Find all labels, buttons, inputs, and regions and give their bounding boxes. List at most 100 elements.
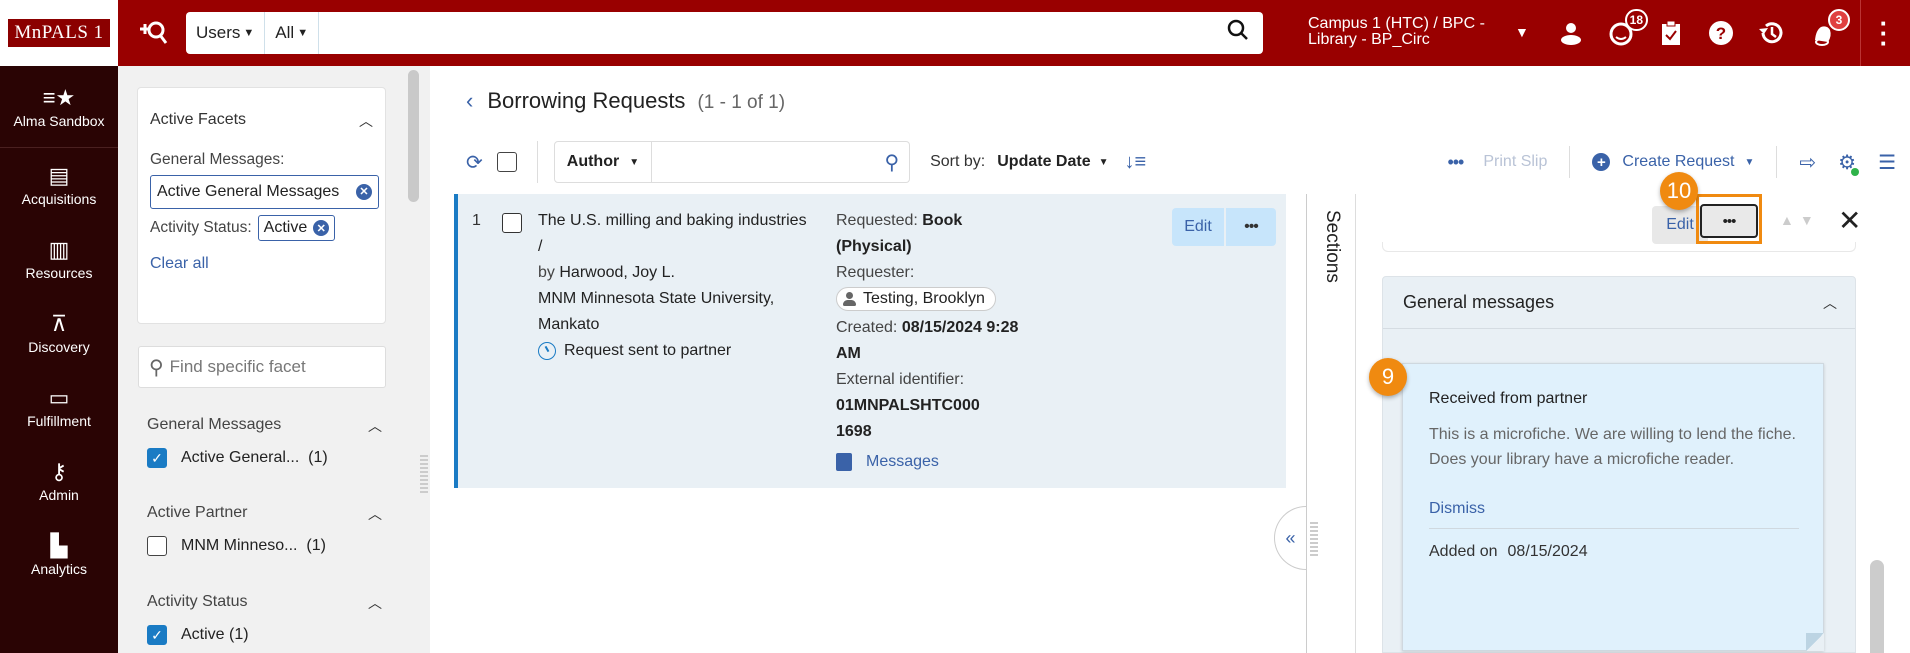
help-icon[interactable]: ?: [1706, 18, 1736, 48]
edit-button[interactable]: Edit: [1172, 208, 1224, 246]
checkbox-unchecked[interactable]: [147, 536, 167, 556]
nav-item-fulfillment[interactable]: ▭ Fulfillment: [0, 370, 118, 444]
chevron-up-icon[interactable]: ︿: [359, 111, 373, 131]
chevron-up-icon[interactable]: ︿: [368, 416, 382, 436]
search-icon[interactable]: ⚲: [884, 150, 899, 175]
notifications-bell-icon[interactable]: 3: [1808, 9, 1850, 48]
close-icon[interactable]: ✕: [1838, 204, 1861, 237]
chip-label: Active General Messages: [157, 183, 340, 200]
nav-item-acquisitions[interactable]: ▤ Acquisitions: [0, 148, 118, 222]
row-more-button[interactable]: •••: [1226, 208, 1276, 246]
main-content: ‹ Borrowing Requests (1 - 1 of 1) ⟳ Auth…: [430, 66, 1910, 653]
facet-option[interactable]: MNM Minneso... (1): [147, 536, 382, 556]
mnpals-logo[interactable]: MnPALS 1: [8, 19, 110, 47]
books-icon: ▥: [48, 237, 70, 262]
facets-scrollbar[interactable]: [408, 66, 420, 496]
nav-item-label: Fulfillment: [27, 413, 91, 429]
row-actions: Edit •••: [1172, 208, 1276, 246]
requester-label: Requester:: [836, 264, 915, 281]
history-icon[interactable]: [1756, 18, 1786, 48]
chevron-down-icon: ▼: [297, 27, 309, 39]
facet-option[interactable]: ✓ Active (1): [147, 625, 382, 645]
create-request-button[interactable]: + Create Request ▼: [1592, 153, 1754, 171]
chevron-up-icon[interactable]: ︿: [368, 504, 382, 524]
nav-item-resources[interactable]: ▥ Resources: [0, 222, 118, 296]
back-icon[interactable]: ‹: [466, 88, 473, 114]
facet-option-count: (1): [308, 449, 328, 466]
user-profile-icon[interactable]: [1556, 18, 1586, 48]
chevron-up-icon[interactable]: ︿: [368, 593, 382, 613]
nav-item-admin[interactable]: ⚷ Admin: [0, 444, 118, 518]
request-summary: The U.S. milling and baking industries /…: [538, 208, 808, 364]
checkbox-checked[interactable]: ✓: [147, 625, 167, 645]
nav-item-label: Acquisitions: [21, 191, 97, 207]
list-view-icon[interactable]: ☰: [1878, 150, 1896, 175]
more-menu-icon[interactable]: · · ·: [1876, 10, 1892, 56]
activity-status-facet-label: Activity Status:: [150, 219, 252, 236]
request-details: Requested: Book (Physical) Requester: Te…: [836, 208, 1026, 475]
requester-name: Testing, Brooklyn: [863, 290, 985, 307]
messages-link[interactable]: Messages: [836, 449, 1026, 475]
activity-status-chip: Active ✕: [257, 215, 336, 241]
tasks-icon[interactable]: 18: [1606, 9, 1648, 48]
chevron-down-icon[interactable]: ▼: [1099, 157, 1109, 168]
nav-item-alma-sandbox[interactable]: ≡★ Alma Sandbox: [0, 66, 118, 148]
general-messages-header[interactable]: General messages ︿: [1383, 277, 1855, 329]
request-title[interactable]: The U.S. milling and baking industries /: [538, 208, 808, 260]
facet-option-count: (1): [229, 626, 249, 643]
prev-next-arrows-icon[interactable]: ▲▼: [1780, 212, 1820, 228]
advanced-search-icon[interactable]: [136, 16, 170, 50]
print-slip-button[interactable]: Print Slip: [1483, 153, 1547, 171]
page-title: Borrowing Requests: [487, 88, 686, 113]
current-location[interactable]: Campus 1 (HTC) / BPC - Library - BP_Circ: [1308, 16, 1508, 48]
dismiss-link[interactable]: Dismiss: [1429, 500, 1799, 518]
chevron-up-icon[interactable]: ︿: [1823, 293, 1837, 313]
search-icon[interactable]: [1213, 19, 1263, 47]
result-row[interactable]: 1 The U.S. milling and baking industries…: [454, 194, 1286, 488]
remove-chip-icon[interactable]: ✕: [313, 220, 330, 236]
request-detail-panel: Edit ••• ▲▼ ✕ General messages ︿ Receive…: [1356, 194, 1910, 653]
resize-handle[interactable]: [420, 455, 428, 495]
facet-search-input[interactable]: ⚲ Find specific facet: [138, 346, 386, 388]
page-header: ‹ Borrowing Requests (1 - 1 of 1): [466, 88, 785, 114]
main-menu: ≡★ Alma Sandbox ▤ Acquisitions ▥ Resourc…: [0, 66, 118, 653]
sort-field-select[interactable]: Update Date: [997, 153, 1090, 171]
more-actions-button[interactable]: •••: [1447, 152, 1464, 173]
select-all-checkbox[interactable]: [496, 152, 517, 172]
scrollbar-thumb[interactable]: [408, 70, 419, 202]
plus-circle-icon: +: [1592, 153, 1611, 171]
callout-badge-9: 9: [1369, 358, 1407, 396]
nav-item-label: Analytics: [30, 561, 88, 577]
refresh-icon[interactable]: ⟳: [466, 150, 483, 175]
nav-item-analytics[interactable]: ▙ Analytics: [0, 518, 118, 592]
search-input[interactable]: [319, 12, 1213, 54]
search-field-select[interactable]: All ▼: [265, 12, 320, 54]
clipboard-check-icon[interactable]: [1656, 18, 1686, 48]
key-icon: ⚷: [50, 459, 68, 484]
location-dropdown-icon[interactable]: ▼: [1515, 24, 1529, 40]
sections-label[interactable]: Sections: [1321, 210, 1343, 283]
collapse-panel-icon[interactable]: «: [1274, 506, 1306, 570]
sections-rail[interactable]: Sections: [1306, 194, 1356, 653]
messages-icon: [836, 453, 852, 471]
detail-scrollbar-thumb[interactable]: [1870, 560, 1884, 653]
notifications-badge: 3: [1828, 9, 1850, 31]
export-icon[interactable]: ⇨: [1799, 150, 1816, 175]
sort-direction-icon[interactable]: ↓≡: [1125, 151, 1147, 174]
checkbox-checked[interactable]: ✓: [147, 448, 167, 468]
clear-all-link[interactable]: Clear all: [150, 255, 373, 273]
facet-option[interactable]: ✓ Active General... (1): [147, 448, 382, 468]
general-messages-title: General messages: [1403, 292, 1555, 312]
requester-chip[interactable]: Testing, Brooklyn: [836, 287, 996, 311]
filter-search-input[interactable]: ⚲: [652, 141, 911, 183]
logo-area: MnPALS 1: [0, 0, 118, 66]
remove-chip-icon[interactable]: ✕: [356, 184, 372, 200]
nav-item-discovery[interactable]: ⊼ Discovery: [0, 296, 118, 370]
telescope-icon: ⊼: [50, 311, 68, 336]
search-scope-value: Users: [196, 23, 241, 42]
settings-gear-icon[interactable]: ⚙: [1838, 150, 1860, 176]
row-checkbox[interactable]: [502, 213, 522, 233]
filter-field-select[interactable]: Author ▼: [553, 141, 653, 183]
detail-more-button[interactable]: •••: [1700, 204, 1758, 238]
search-scope-select[interactable]: Users ▼: [186, 12, 266, 54]
